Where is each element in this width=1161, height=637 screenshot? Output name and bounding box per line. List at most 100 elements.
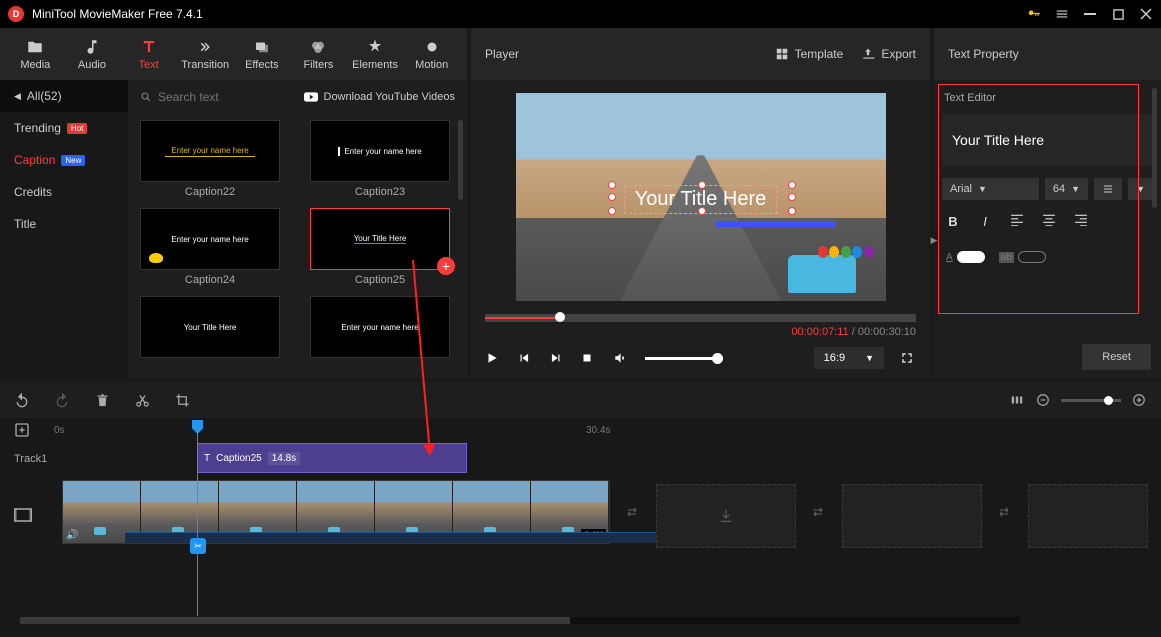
text-track-row: Track1 T Caption25 14.8s (0, 442, 1161, 476)
menu-icon[interactable] (1055, 7, 1069, 21)
close-button[interactable] (1139, 7, 1153, 21)
ruler-time-0: 0s (54, 425, 65, 436)
thumb-caption25[interactable]: Your Title Here+Caption25 (310, 208, 450, 286)
add-track-icon[interactable] (14, 422, 30, 438)
play-button[interactable] (485, 350, 501, 366)
app-logo-icon: D (8, 6, 24, 22)
titlebar: D MiniTool MovieMaker Free 7.4.1 (0, 0, 1161, 28)
italic-button[interactable]: I (978, 214, 992, 229)
bold-button[interactable]: B (946, 214, 960, 229)
tab-audio[interactable]: Audio (65, 38, 120, 71)
fit-button[interactable] (1009, 392, 1025, 408)
sidebar-item-trending[interactable]: TrendingHot (0, 112, 128, 144)
next-button[interactable] (549, 350, 565, 366)
thumb-caption23[interactable]: Enter your name hereCaption23 (310, 120, 450, 198)
maximize-button[interactable] (1111, 7, 1125, 21)
thumb-caption22[interactable]: Enter your name hereCaption22 (140, 120, 280, 198)
video-track-row: 🔊 0.1X ✂ ⇄ ⇄ ⇄ (0, 480, 1161, 552)
transition-slot-2[interactable]: ⇄ (810, 504, 826, 520)
aspect-ratio-select[interactable]: 16:9▼ (814, 347, 884, 369)
align-left-button[interactable] (1010, 214, 1024, 229)
tool-tabs: Media Audio Text Transition Effects Filt… (0, 28, 467, 80)
tab-elements[interactable]: Elements (348, 38, 403, 71)
search-icon (140, 91, 152, 103)
timeline-scrollbar[interactable] (20, 617, 1020, 624)
tab-filters[interactable]: Filters (291, 38, 346, 71)
player-title: Player (485, 47, 519, 61)
ruler-time-30: 30.4s (586, 425, 610, 436)
download-youtube-link[interactable]: Download YouTube Videos (304, 91, 456, 103)
search-input[interactable] (158, 90, 278, 104)
font-select[interactable]: Arial▼ (942, 178, 1039, 200)
minimize-button[interactable] (1083, 7, 1097, 21)
video-frame: Your Title Here (516, 93, 886, 301)
more-options-button[interactable]: ▼ (1128, 178, 1153, 200)
template-button[interactable]: Template (775, 47, 844, 61)
sidebar-item-title[interactable]: Title (0, 208, 128, 240)
prev-button[interactable] (517, 350, 533, 366)
empty-slot-2[interactable] (842, 484, 982, 548)
caption-clip[interactable]: T Caption25 14.8s (197, 443, 467, 473)
crop-button[interactable] (174, 392, 190, 408)
align-center-button[interactable] (1042, 214, 1056, 229)
tab-media[interactable]: Media (8, 38, 63, 71)
timeline: 0s 30.4s Track1 T Caption25 14.8s 🔊 0.1X… (0, 418, 1161, 628)
redo-button[interactable] (54, 392, 70, 408)
split-button[interactable] (134, 392, 150, 408)
transition-slot-3[interactable]: ⇄ (996, 504, 1012, 520)
sidebar-item-credits[interactable]: Credits (0, 176, 128, 208)
thumbs-scrollbar[interactable] (458, 120, 463, 200)
thumb-caption24[interactable]: Enter your name hereCaption24 (140, 208, 280, 286)
tab-transition[interactable]: Transition (178, 38, 233, 71)
library-panel: Media Audio Text Transition Effects Filt… (0, 28, 467, 378)
audio-waveform (125, 532, 673, 543)
playhead[interactable] (197, 420, 198, 616)
reset-button[interactable]: Reset (1082, 344, 1151, 370)
empty-slot-3[interactable] (1028, 484, 1148, 548)
font-size-select[interactable]: 64▼ (1045, 178, 1088, 200)
align-right-button[interactable] (1074, 214, 1088, 229)
property-panel: Text Property ▶ Text Editor Your Title H… (934, 28, 1161, 378)
clip-text-icon: T (204, 453, 210, 464)
line-spacing-button[interactable] (1094, 178, 1122, 200)
volume-button[interactable] (613, 350, 629, 366)
sidebar-header[interactable]: ◀All(52) (0, 80, 128, 112)
app-title: MiniTool MovieMaker Free 7.4.1 (32, 7, 1027, 21)
thumb-extra1[interactable]: Your Title Here (140, 296, 280, 362)
zoom-out-button[interactable] (1035, 392, 1051, 408)
text-editor-title: Text Editor (940, 86, 1155, 110)
timecode: 00:00:07:11 / 00:00:30:10 (471, 322, 930, 338)
timeline-ruler[interactable]: 0s 30.4s (0, 418, 1161, 442)
property-scrollbar[interactable] (1152, 88, 1157, 208)
add-icon[interactable]: + (437, 257, 455, 275)
text-preview[interactable]: Your Title Here (942, 114, 1153, 166)
tab-effects[interactable]: Effects (235, 38, 290, 71)
delete-button[interactable] (94, 392, 110, 408)
player-viewport[interactable]: Your Title Here (471, 80, 930, 314)
progress-bar[interactable] (485, 314, 916, 322)
transition-slot-1[interactable]: ⇄ (624, 504, 640, 520)
empty-slot-1[interactable] (656, 484, 796, 548)
track1-label: Track1 (14, 453, 60, 465)
key-icon[interactable] (1027, 7, 1041, 21)
undo-button[interactable] (14, 392, 30, 408)
zoom-slider[interactable] (1061, 399, 1121, 402)
text-color-control[interactable]: A (946, 251, 985, 263)
timeline-toolbar (0, 382, 1161, 418)
volume-slider[interactable] (645, 357, 723, 360)
zoom-in-button[interactable] (1131, 392, 1147, 408)
sidebar-item-caption[interactable]: CaptionNew (0, 144, 128, 176)
thumb-extra2[interactable]: Enter your name here (310, 296, 450, 362)
video-clip[interactable]: 🔊 0.1X (62, 480, 610, 544)
search-wrap (140, 90, 304, 104)
split-marker-icon[interactable]: ✂ (190, 538, 206, 554)
tab-text[interactable]: Text (121, 38, 176, 71)
export-button[interactable]: Export (861, 47, 916, 61)
thumbnails-area: Download YouTube Videos Enter your name … (128, 80, 467, 378)
video-track-icon (14, 508, 60, 525)
fullscreen-button[interactable] (900, 350, 916, 366)
stop-button[interactable] (581, 350, 597, 366)
clip-volume-icon[interactable]: 🔊 (66, 530, 78, 541)
tab-motion[interactable]: Motion (404, 38, 459, 71)
highlight-color-control[interactable]: ab (999, 251, 1046, 263)
